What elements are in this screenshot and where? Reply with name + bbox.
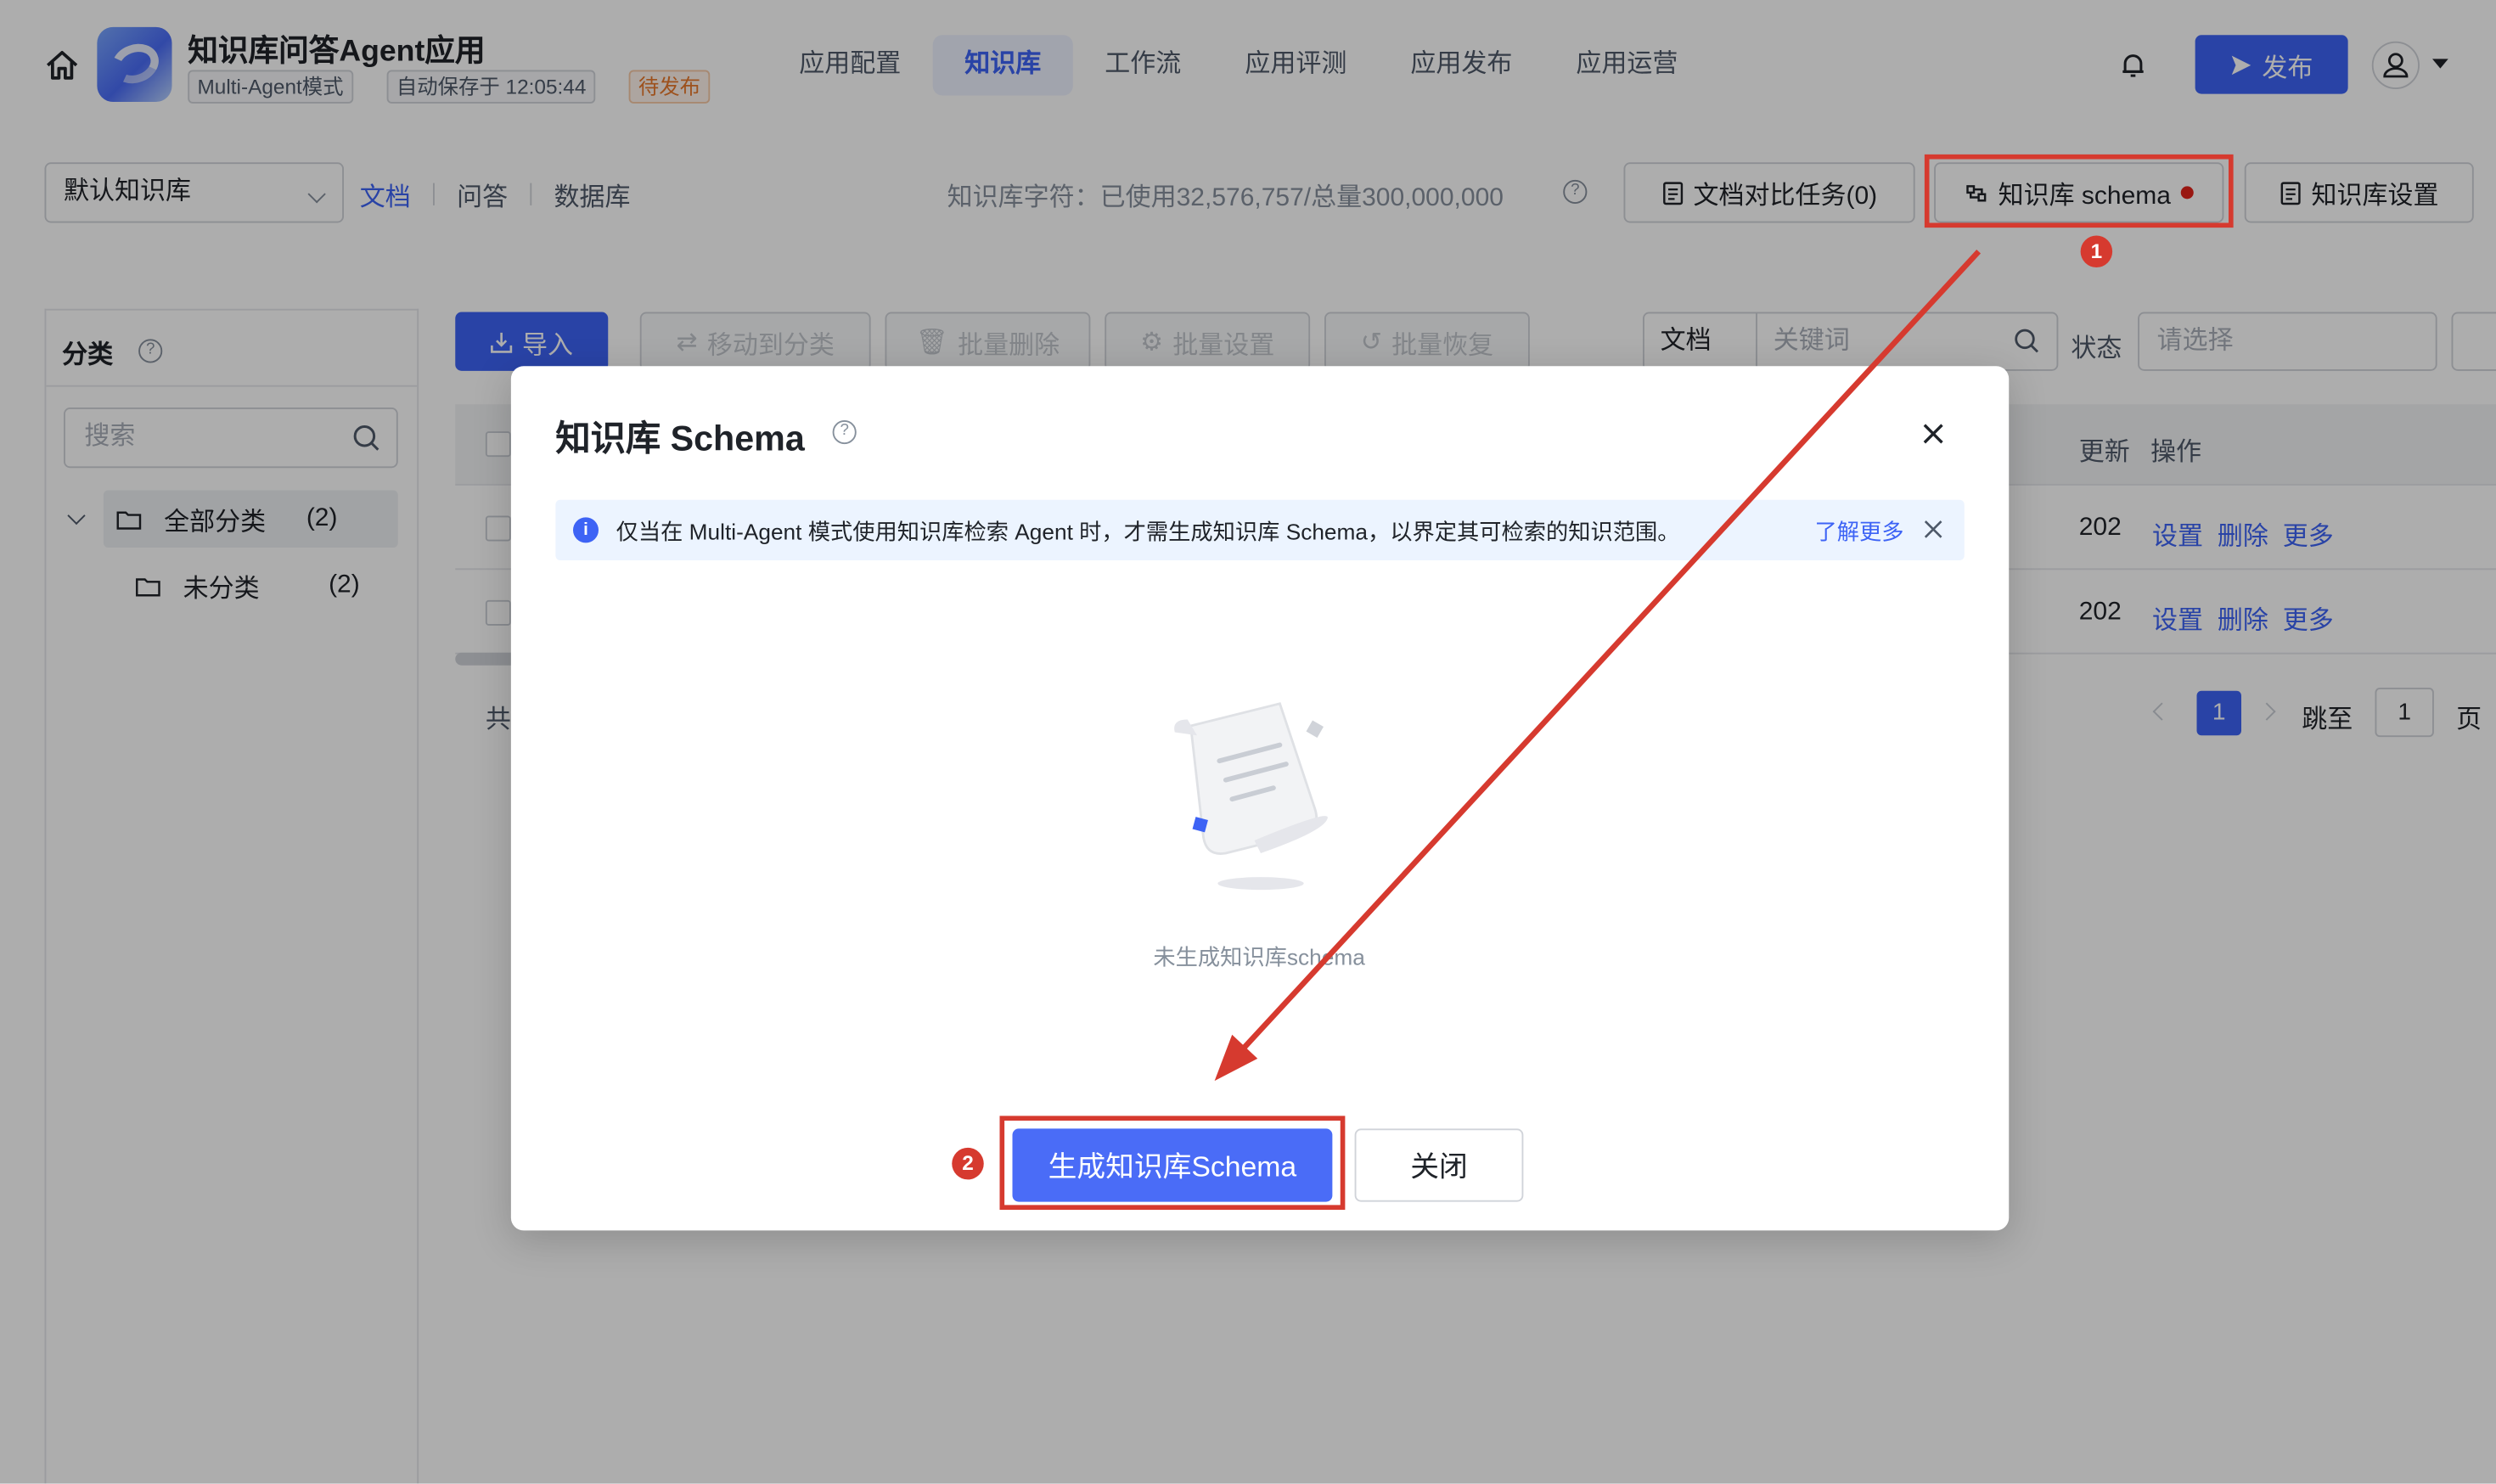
highlight-box-generate — [999, 1116, 1346, 1210]
info-text: 仅当在 Multi-Agent 模式使用知识库检索 Agent 时，才需生成知识… — [616, 519, 1680, 545]
step-badge-1: 1 — [2080, 235, 2113, 267]
empty-state-text: 未生成知识库schema — [1153, 943, 1365, 970]
highlight-box-schema — [1924, 154, 2234, 228]
empty-state-illustration — [1174, 702, 1328, 891]
help-icon[interactable]: ? — [832, 420, 857, 445]
close-icon[interactable] — [1920, 420, 1947, 447]
step-badge-2: 2 — [952, 1147, 984, 1180]
modal-title: 知识库 Schema — [555, 419, 805, 458]
learn-more-link[interactable]: 了解更多 — [1815, 516, 1904, 548]
close-icon[interactable] — [1923, 519, 1943, 539]
info-icon: i — [573, 517, 599, 543]
close-button[interactable]: 关闭 — [1354, 1128, 1524, 1202]
